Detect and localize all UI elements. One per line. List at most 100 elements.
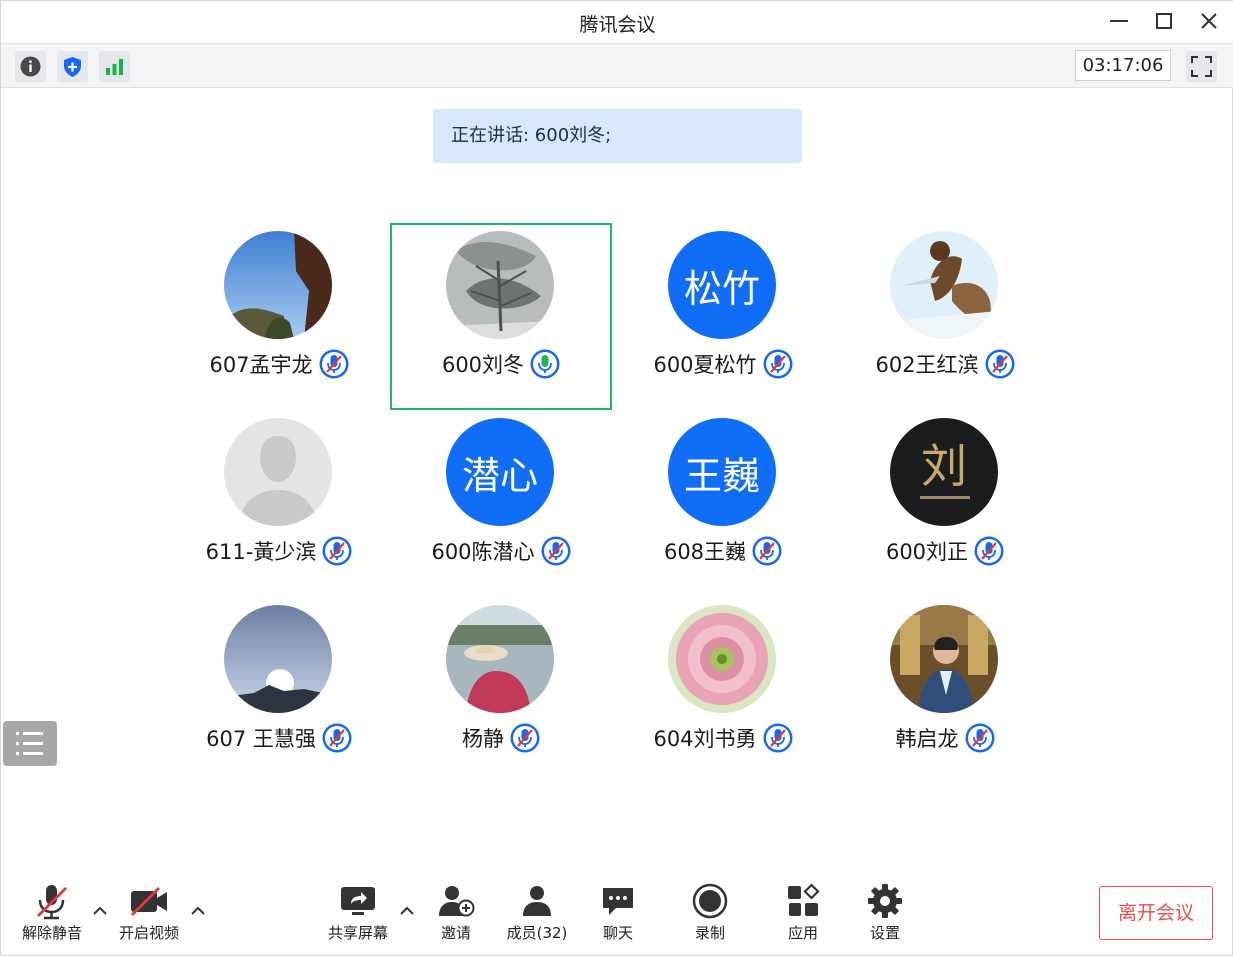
gear-icon <box>868 884 902 918</box>
invite-button[interactable]: 邀请 <box>426 881 486 947</box>
fullscreen-icon <box>1191 56 1212 77</box>
share-screen-button[interactable]: 共享屏幕 <box>323 881 393 947</box>
avatar <box>224 418 332 526</box>
participant-tile[interactable]: 潜心 600陈潜心 <box>390 410 612 597</box>
mic-muted-icon <box>319 349 349 379</box>
participant-tile[interactable]: 607 王慧强 <box>168 597 390 784</box>
participant-name: 杨静 <box>462 727 504 751</box>
participant-name: 600夏松竹 <box>653 353 757 377</box>
chat-button[interactable]: 聊天 <box>588 881 648 947</box>
members-icon <box>523 886 551 916</box>
participant-tile[interactable]: 韩启龙 <box>834 597 1056 784</box>
unmute-button[interactable]: 解除静音 <box>17 881 87 947</box>
mic-muted-icon <box>763 723 793 753</box>
mic-muted-icon <box>37 885 67 920</box>
mic-muted-icon <box>752 536 782 566</box>
participant-name: 607孟宇龙 <box>209 353 313 377</box>
chat-icon <box>603 888 633 915</box>
camera-off-icon <box>131 887 167 916</box>
list-icon <box>16 732 43 755</box>
participant-list-toggle[interactable] <box>3 721 57 766</box>
apps-label: 应用 <box>787 924 818 942</box>
avatar <box>224 231 332 339</box>
mic-active-icon <box>530 349 560 379</box>
participant-tile[interactable]: 杨静 <box>390 597 612 784</box>
avatar: 王巍 <box>668 418 776 526</box>
avatar: 松竹 <box>668 231 776 339</box>
record-icon <box>692 883 728 919</box>
window-title: 腾讯会议 <box>579 14 656 36</box>
apps-icon <box>788 883 820 916</box>
start-video-label: 开启视频 <box>118 924 179 942</box>
members-button[interactable]: 成员(32) <box>501 881 573 947</box>
participant-tile[interactable]: 王巍 608王巍 <box>612 410 834 597</box>
shield-icon <box>64 57 81 77</box>
fullscreen-button[interactable] <box>1186 51 1217 82</box>
participant-tile[interactable]: 600刘冬 <box>390 223 612 410</box>
invite-label: 邀请 <box>440 924 471 942</box>
record-label: 录制 <box>694 924 725 942</box>
mic-muted-icon <box>965 723 994 753</box>
network-status-button[interactable] <box>99 51 130 82</box>
share-screen-icon <box>341 887 375 915</box>
participant-name-row: 611-黃少滨 <box>168 536 390 566</box>
participant-name: 604刘书勇 <box>653 727 757 751</box>
video-options-chevron-up-icon[interactable] <box>190 903 206 919</box>
mic-muted-icon <box>322 536 352 566</box>
svg-text:刘: 刘 <box>921 439 967 493</box>
avatar <box>668 605 776 713</box>
members-label: 成员(32) <box>506 924 568 942</box>
participant-name-row: 607 王慧强 <box>168 723 390 753</box>
start-video-button[interactable]: 开启视频 <box>114 881 184 947</box>
avatar <box>224 605 332 713</box>
maximize-button[interactable] <box>1149 7 1179 37</box>
participant-name-row: 韩启龙 <box>834 723 1056 753</box>
participant-name-row: 600夏松竹 <box>612 349 834 379</box>
mic-muted-icon <box>510 723 540 753</box>
participant-name-row: 600陈潜心 <box>390 536 612 566</box>
avatar <box>446 231 554 339</box>
close-button[interactable] <box>1194 7 1224 37</box>
add-user-icon <box>439 886 475 917</box>
participant-name: 600陈潜心 <box>431 540 535 564</box>
participant-name: 611-黃少滨 <box>205 540 317 564</box>
meeting-info-button[interactable] <box>15 51 46 82</box>
share-options-chevron-up-icon[interactable] <box>399 903 415 919</box>
mic-muted-icon <box>985 349 1015 379</box>
settings-button[interactable]: 设置 <box>855 881 915 947</box>
participant-tile[interactable]: 611-黃少滨 <box>168 410 390 597</box>
security-button[interactable] <box>57 51 88 82</box>
participant-tile[interactable]: 松竹 600夏松竹 <box>612 223 834 410</box>
participant-name: 600刘冬 <box>441 353 525 377</box>
participant-tile[interactable]: 602王红滨 <box>834 223 1056 410</box>
participant-tile[interactable]: 刘 600刘正 <box>834 410 1056 597</box>
participant-name-row: 600刘冬 <box>392 349 610 379</box>
avatar: 潜心 <box>446 418 554 526</box>
minimize-icon <box>1110 20 1128 22</box>
participant-name-row: 608王巍 <box>612 536 834 566</box>
participant-name-row: 604刘书勇 <box>612 723 834 753</box>
meeting-window: 腾讯会议 03:17:06 正在讲话: 600刘冬; 607孟宇龙 600刘冬 … <box>0 0 1233 956</box>
avatar <box>890 605 998 713</box>
apps-button[interactable]: 应用 <box>773 881 833 947</box>
avatar <box>446 605 554 713</box>
participant-name: 602王红滨 <box>875 353 979 377</box>
participant-name-row: 607孟宇龙 <box>168 349 390 379</box>
minimize-button[interactable] <box>1104 7 1134 37</box>
avatar: 刘 <box>890 418 998 526</box>
settings-label: 设置 <box>869 924 900 942</box>
participant-tile[interactable]: 604刘书勇 <box>612 597 834 784</box>
participant-tile[interactable]: 607孟宇龙 <box>168 223 390 410</box>
maximize-icon <box>1156 13 1172 29</box>
participant-name: 608王巍 <box>663 540 747 564</box>
speaking-banner: 正在讲话: 600刘冬; <box>433 109 802 163</box>
record-button[interactable]: 录制 <box>680 881 740 947</box>
audio-options-chevron-up-icon[interactable] <box>92 903 108 919</box>
close-icon <box>1201 13 1217 29</box>
title-bar: 腾讯会议 <box>1 1 1233 43</box>
participant-name-row: 602王红滨 <box>834 349 1056 379</box>
participant-name-row: 杨静 <box>390 723 612 753</box>
participant-name: 韩启龙 <box>895 727 959 751</box>
info-icon <box>20 56 41 77</box>
leave-meeting-button[interactable]: 离开会议 <box>1099 886 1213 940</box>
